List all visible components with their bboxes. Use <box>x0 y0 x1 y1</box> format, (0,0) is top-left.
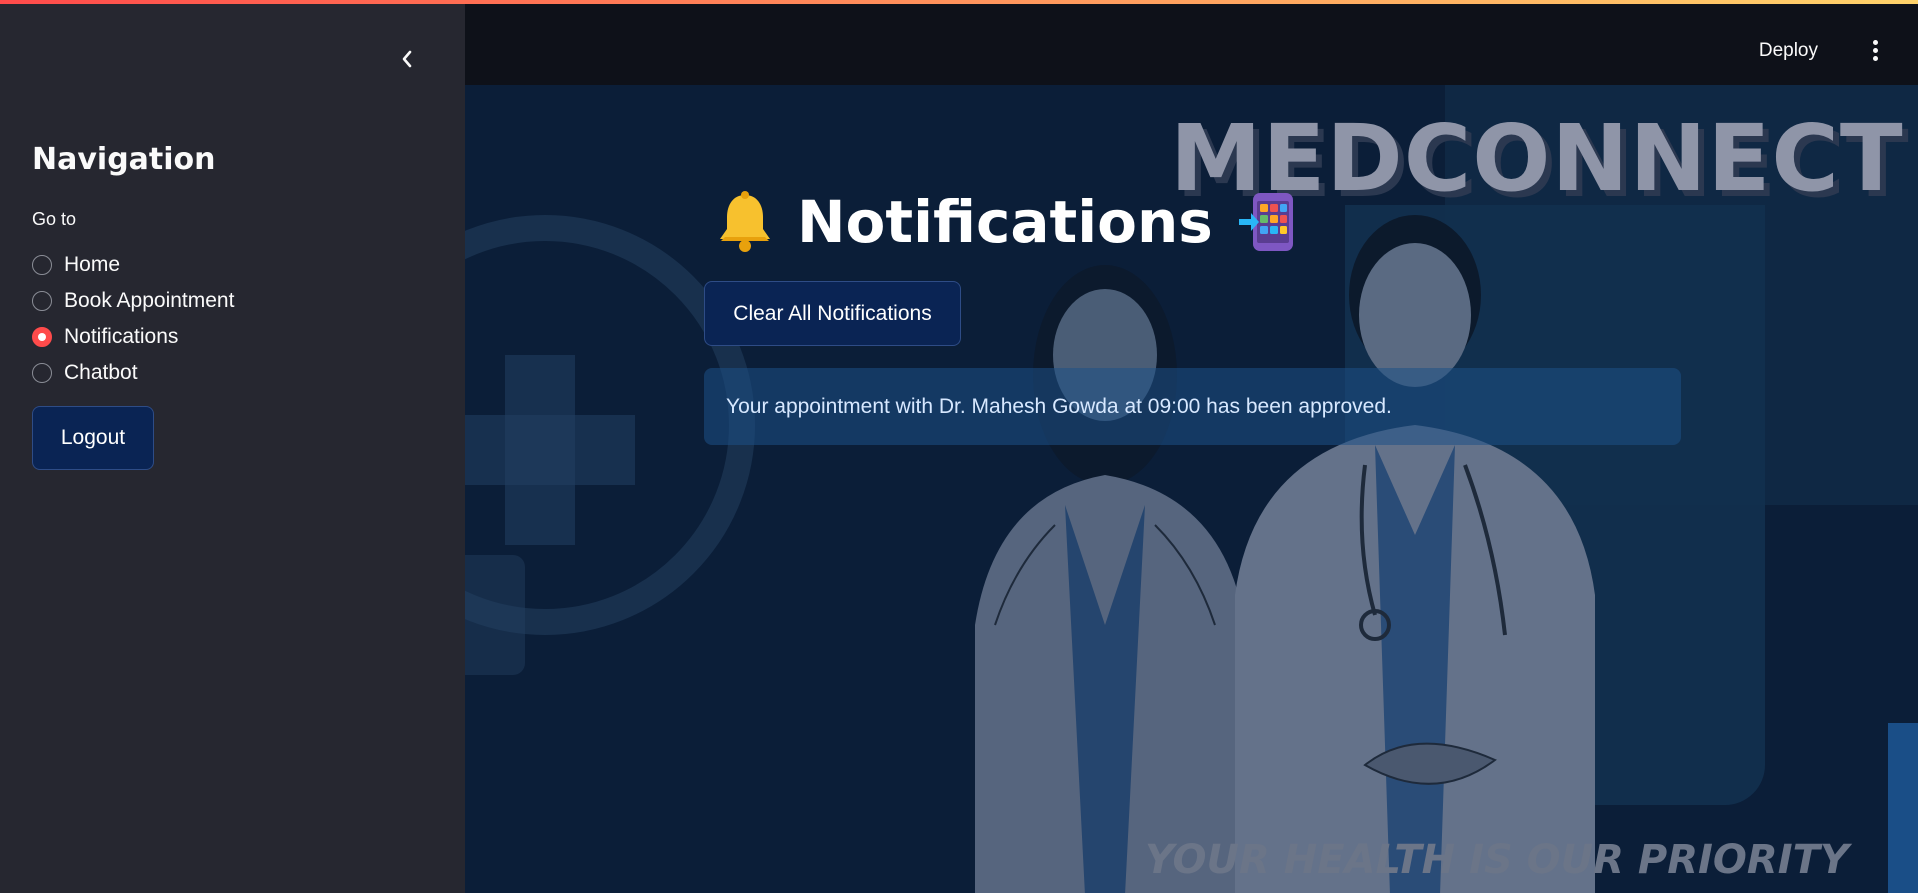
radio-group-label: Go to <box>32 209 77 229</box>
sidebar: Navigation Go to Home Book Appointment N… <box>0 0 465 893</box>
navigation-radio-group: Home Book Appointment Notifications Chat… <box>32 247 234 391</box>
chevron-left-icon <box>402 50 412 68</box>
radio-button[interactable] <box>32 291 52 311</box>
notification-message: Your appointment with Dr. Mahesh Gowda a… <box>726 394 1392 418</box>
radio-button-selected[interactable] <box>32 327 52 347</box>
radio-option-label: Home <box>64 253 121 276</box>
app-grid-incoming-icon <box>1238 193 1293 251</box>
bell-icon <box>720 191 770 252</box>
clear-all-notifications-button[interactable]: Clear All Notifications <box>704 281 961 346</box>
top-decoration-bar <box>0 0 1918 4</box>
radio-option-label: Notifications <box>64 325 179 348</box>
main-menu-button[interactable] <box>1870 40 1880 62</box>
collapse-sidebar-button[interactable] <box>392 44 422 74</box>
radio-option-chatbot[interactable]: Chatbot <box>32 355 234 391</box>
background-stripe <box>1888 723 1918 893</box>
notification-alert: Your appointment with Dr. Mahesh Gowda a… <box>704 368 1681 445</box>
radio-option-notifications[interactable]: Notifications <box>32 319 234 355</box>
radio-button[interactable] <box>32 363 52 383</box>
logout-button[interactable]: Logout <box>32 406 154 470</box>
page-title: Notifications <box>797 188 1213 256</box>
background-box-graphic <box>465 555 525 675</box>
kebab-menu-icon <box>1870 40 1880 61</box>
radio-option-label: Chatbot <box>64 361 138 384</box>
radio-option-label: Book Appointment <box>64 289 235 312</box>
medical-cross-graphic <box>465 415 635 485</box>
radio-option-book-appointment[interactable]: Book Appointment <box>32 283 234 319</box>
page-heading: Notifications <box>715 188 1299 256</box>
deploy-button[interactable]: Deploy <box>1759 40 1818 62</box>
app-header: Deploy <box>465 4 1918 85</box>
brand-tagline: YOUR HEALTH IS OUR PRIORITY <box>1145 837 1849 883</box>
radio-option-home[interactable]: Home <box>32 247 234 283</box>
main-content: MEDCONNECT YOUR HEALTH IS OUR PRIORITY N… <box>465 85 1918 893</box>
radio-button[interactable] <box>32 255 52 275</box>
sidebar-title: Navigation <box>32 142 216 177</box>
doctors-illustration <box>975 215 1595 893</box>
